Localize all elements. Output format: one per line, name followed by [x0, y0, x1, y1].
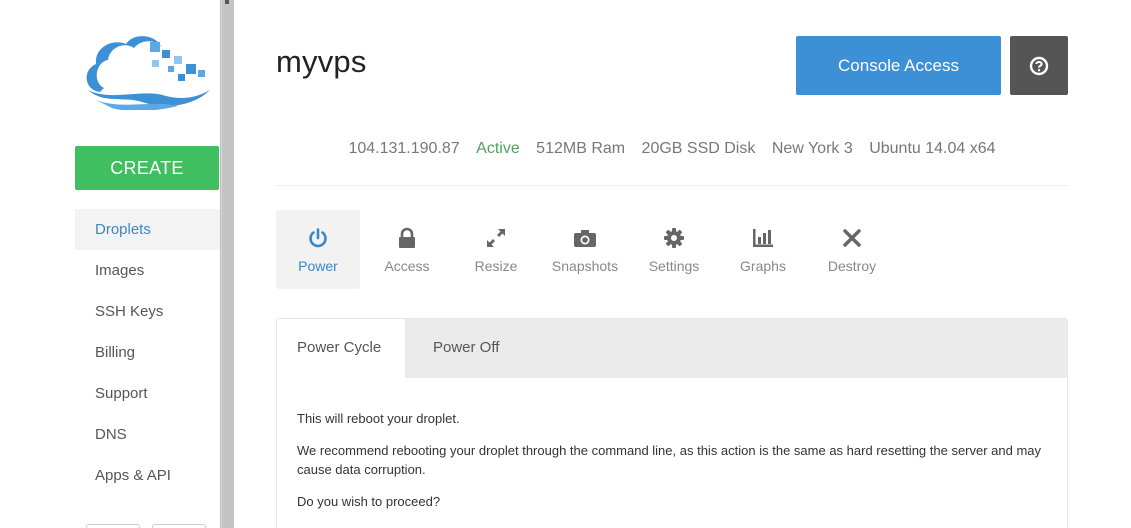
droplet-ip[interactable]: 104.131.190.87 — [348, 140, 459, 157]
divider — [276, 185, 1068, 186]
logo[interactable] — [82, 30, 214, 112]
droplet-ram: 512MB Ram — [536, 140, 626, 157]
help-circle-icon — [1029, 56, 1049, 75]
camera-icon — [574, 230, 596, 247]
droplet-action-tabs: Power Access Resize Snapshots Settings G… — [276, 210, 899, 289]
sidebar-item-apps-api[interactable]: Apps & API — [75, 455, 220, 496]
lock-icon — [399, 227, 415, 248]
create-button[interactable]: CREATE — [75, 146, 219, 190]
tab-label: Access — [384, 258, 430, 274]
droplet-region: New York 3 — [771, 140, 853, 157]
sidebar-item-droplets[interactable]: Droplets — [75, 209, 220, 250]
tab-label: Power — [298, 258, 338, 274]
tab-label: Destroy — [827, 258, 877, 274]
tab-label: Snapshots — [551, 258, 619, 274]
resize-icon — [487, 229, 505, 247]
bar-chart-icon — [753, 229, 773, 247]
droplet-info-bar: 104.131.190.87 Active 512MB Ram 20GB SSD… — [276, 140, 1068, 158]
sidebar-item-dns[interactable]: DNS — [75, 414, 220, 455]
sidebar-item-support[interactable]: Support — [75, 373, 220, 414]
sidebar-nav: Droplets Images SSH Keys Billing Support… — [75, 209, 220, 496]
scrollbar-thumb[interactable] — [222, 0, 234, 528]
sidebar-item-billing[interactable]: Billing — [75, 332, 220, 373]
reboot-notice: This will reboot your droplet. — [297, 411, 460, 426]
power-panel: Power Cycle Power Off This will reboot y… — [276, 318, 1068, 528]
tab-power-off[interactable]: Power Off — [405, 319, 519, 378]
page-title: myvps — [276, 44, 367, 79]
tab-settings[interactable]: Settings — [632, 210, 716, 289]
tab-resize[interactable]: Resize — [454, 210, 538, 289]
sidebar-bottom-button[interactable] — [86, 524, 140, 528]
tab-access[interactable]: Access — [365, 210, 449, 289]
sidebar-bottom-button[interactable] — [152, 524, 206, 528]
sidebar-item-ssh-keys[interactable]: SSH Keys — [75, 291, 220, 332]
console-access-button[interactable]: Console Access — [796, 36, 1001, 95]
tab-destroy[interactable]: Destroy — [810, 210, 894, 289]
tab-label: Settings — [648, 258, 700, 274]
sidebar: CREATE Droplets Images SSH Keys Billing … — [0, 0, 220, 528]
tab-label: Resize — [474, 258, 518, 274]
tab-power[interactable]: Power — [276, 210, 360, 289]
scroll-up-arrow-icon[interactable] — [225, 0, 229, 4]
tab-graphs[interactable]: Graphs — [721, 210, 805, 289]
tab-snapshots[interactable]: Snapshots — [543, 210, 627, 289]
proceed-question: Do you wish to proceed? — [297, 494, 441, 509]
tab-power-cycle[interactable]: Power Cycle — [277, 319, 405, 378]
power-cycle-body: This will reboot your droplet. We recomm… — [277, 378, 1067, 511]
power-icon — [309, 228, 327, 248]
droplet-disk: 20GB SSD Disk — [641, 140, 756, 157]
help-button[interactable] — [1010, 36, 1068, 95]
reboot-warning: We recommend rebooting your droplet thro… — [297, 443, 1042, 477]
cloud-logo-icon — [86, 36, 210, 112]
close-icon — [843, 229, 861, 247]
power-subtabs: Power Cycle Power Off — [277, 319, 1067, 378]
droplet-os: Ubuntu 14.04 x64 — [869, 140, 996, 157]
sidebar-scrollbar[interactable] — [220, 0, 234, 528]
sidebar-item-images[interactable]: Images — [75, 250, 220, 291]
status-badge: Active — [476, 140, 520, 157]
gear-icon — [664, 228, 684, 248]
tab-label: Graphs — [740, 258, 786, 274]
